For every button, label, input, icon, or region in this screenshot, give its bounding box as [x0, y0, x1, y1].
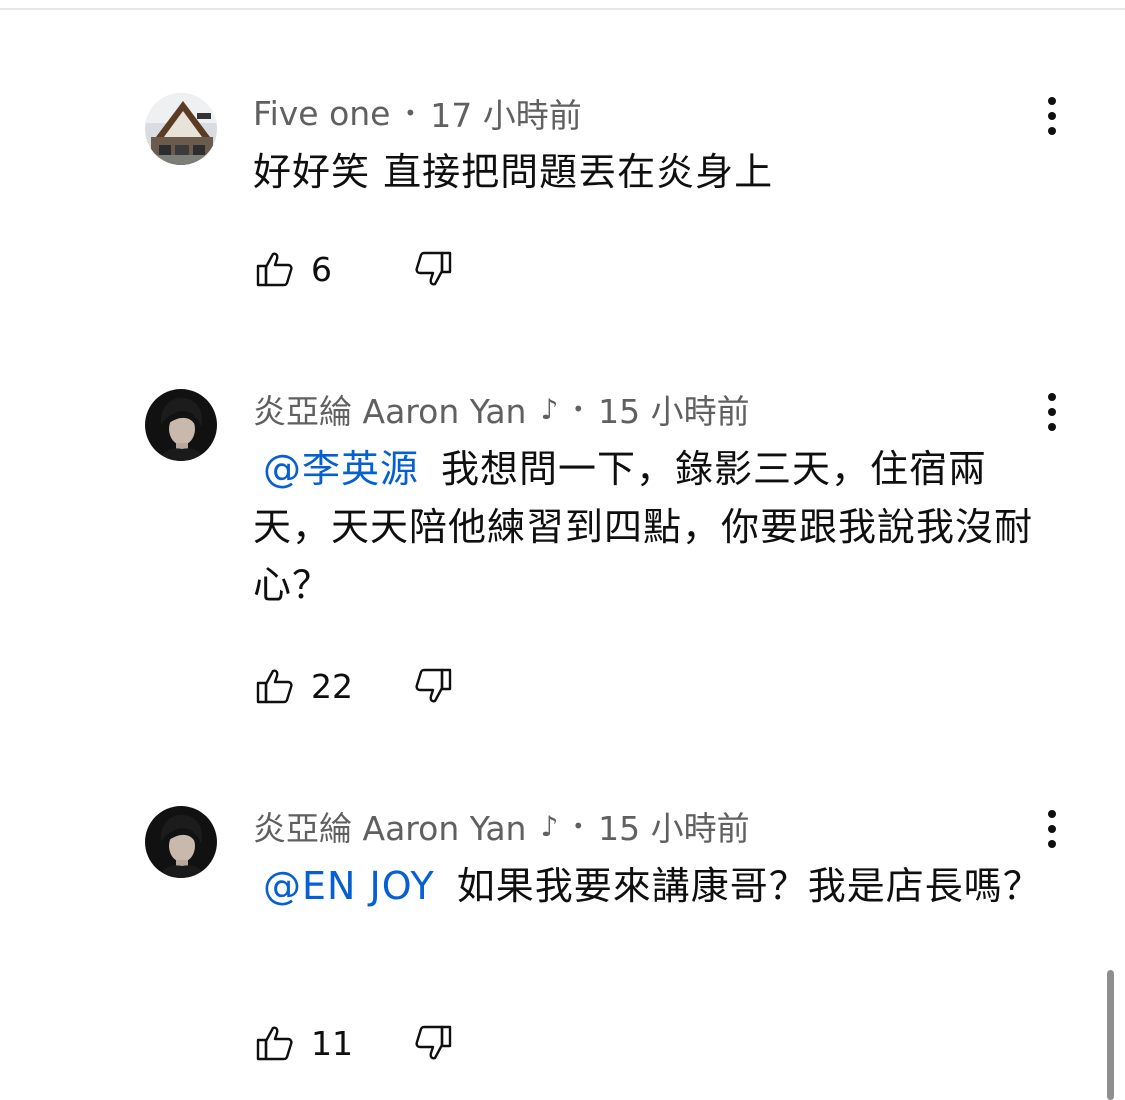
timestamp[interactable]: 15 小時前: [598, 385, 749, 433]
thumbs-down-icon: [415, 251, 452, 286]
like-count: 6: [311, 249, 332, 289]
avatar[interactable]: [145, 93, 217, 165]
timestamp[interactable]: 17 小時前: [430, 89, 581, 137]
author-name[interactable]: Five one: [253, 94, 390, 133]
comment-header: Five one • 17 小時前: [253, 89, 582, 137]
thumbs-up-icon: [256, 1026, 293, 1061]
more-vert-icon: [1048, 810, 1056, 848]
more-vert-icon: [1048, 97, 1056, 135]
separator-dot: •: [572, 814, 585, 838]
dislike-button[interactable]: [411, 1021, 455, 1065]
dislike-button[interactable]: [411, 664, 455, 708]
like-count: 11: [311, 1023, 353, 1063]
scrollbar[interactable]: [1107, 970, 1114, 1100]
top-divider: [0, 8, 1125, 10]
thumbs-down-icon: [415, 668, 452, 703]
comment-text: @EN JOY 如果我要來講康哥？我是店長嗎？: [263, 864, 1042, 908]
like-button[interactable]: [253, 247, 297, 291]
timestamp[interactable]: 15 小時前: [598, 802, 749, 850]
more-vert-icon: [1048, 393, 1056, 431]
separator-dot: •: [572, 397, 585, 421]
comment-text: @李英源 我想問一下，錄影三天，住宿兩天，天天陪他練習到四點，你要跟我說我沒耐心？: [253, 447, 1034, 607]
like-button[interactable]: [253, 664, 297, 708]
comment-actions: 6: [253, 247, 455, 291]
mention-link[interactable]: @EN JOY: [263, 864, 435, 908]
author-name[interactable]: 炎亞綸 Aaron Yan: [253, 385, 526, 433]
author-name[interactable]: 炎亞綸 Aaron Yan: [253, 802, 526, 850]
more-actions-button[interactable]: [1030, 804, 1074, 854]
mention-link[interactable]: @李英源: [263, 447, 419, 491]
like-button[interactable]: [253, 1021, 297, 1065]
comment-actions: 22: [253, 664, 455, 708]
music-note-icon: ♪: [540, 809, 559, 843]
comment-actions: 11: [253, 1021, 455, 1065]
comment-text: 好好笑 直接把問題丟在炎身上: [253, 150, 774, 194]
more-actions-button[interactable]: [1030, 91, 1074, 141]
avatar[interactable]: [145, 389, 217, 461]
thumbs-up-icon: [256, 669, 293, 704]
more-actions-button[interactable]: [1030, 387, 1074, 437]
comment-header: 炎亞綸 Aaron Yan ♪ • 15 小時前: [253, 804, 750, 848]
thumbs-down-icon: [415, 1025, 452, 1060]
separator-dot: •: [404, 101, 417, 125]
music-note-icon: ♪: [540, 392, 559, 426]
like-count: 22: [311, 666, 353, 706]
avatar[interactable]: [145, 806, 217, 878]
thumbs-up-icon: [256, 252, 293, 287]
dislike-button[interactable]: [411, 247, 455, 291]
comment-header: 炎亞綸 Aaron Yan ♪ • 15 小時前: [253, 387, 750, 431]
